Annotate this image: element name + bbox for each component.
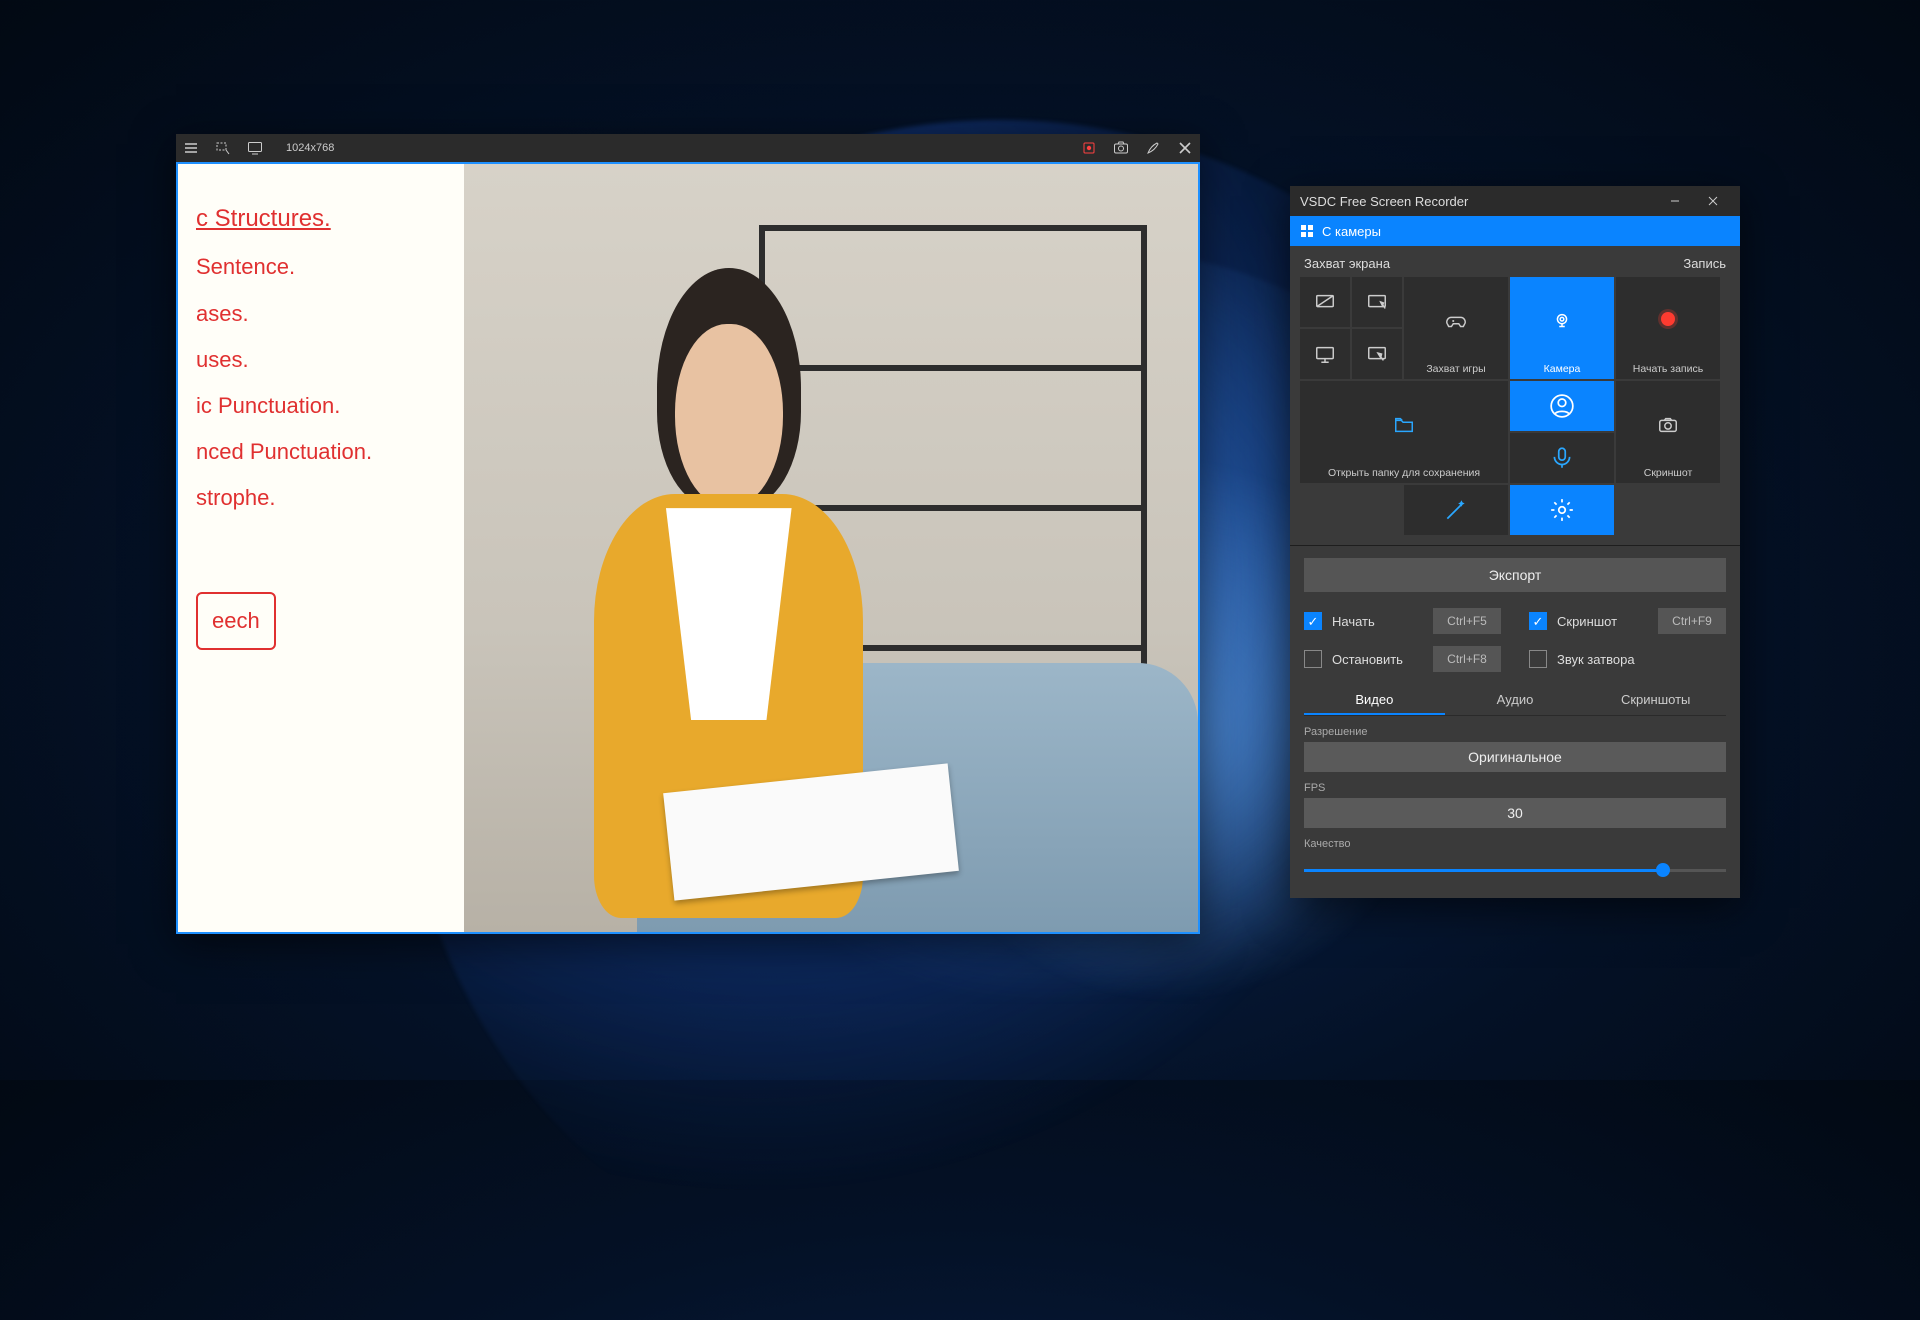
resolution-select[interactable]: Оригинальное — [1304, 742, 1726, 772]
checkbox-shutter[interactable] — [1529, 650, 1547, 668]
resolution-label: 1024x768 — [286, 142, 334, 154]
section-record-label: Запись — [1683, 256, 1726, 271]
minimize-button[interactable] — [1658, 190, 1692, 212]
app-title: VSDC Free Screen Recorder — [1300, 194, 1468, 209]
mode-tab-label: С камеры — [1322, 224, 1381, 239]
preview-titlebar[interactable]: 1024x768 — [176, 134, 1200, 162]
record-dot-icon — [1661, 312, 1675, 326]
resolution-field-label: Разрешение — [1290, 716, 1740, 742]
section-capture-label: Захват экрана — [1304, 256, 1390, 271]
hotkey-row-shutter: Звук затвора — [1529, 646, 1726, 672]
hotkey-row-stop: Остановить Ctrl+F8 — [1304, 646, 1501, 672]
tile-open-folder[interactable]: Открыть папку для сохранения — [1300, 381, 1508, 483]
camera-viewport: c Structures. Sentence. ases. uses. ic P… — [176, 162, 1200, 934]
tile-mic[interactable] — [1510, 433, 1614, 483]
hotkey-row-screenshot: Скриншот Ctrl+F9 — [1529, 608, 1726, 634]
tile-fullscreen-region[interactable] — [1300, 277, 1350, 327]
camera-preview-window: 1024x768 c Structures. Sentence. — [176, 134, 1200, 934]
whiteboard: c Structures. Sentence. ases. uses. ic P… — [178, 164, 464, 932]
mode-tab-camera[interactable]: С камеры — [1290, 216, 1740, 246]
tile-window-capture[interactable] — [1352, 329, 1402, 379]
hamburger-icon[interactable] — [182, 139, 200, 157]
record-indicator-icon[interactable] — [1080, 139, 1098, 157]
hotkey-stop-key[interactable]: Ctrl+F8 — [1433, 646, 1501, 672]
monitor-icon[interactable] — [246, 139, 264, 157]
tile-start-record[interactable]: Начать запись — [1616, 277, 1720, 379]
panel-titlebar[interactable]: VSDC Free Screen Recorder — [1290, 186, 1740, 216]
tile-screenshot[interactable]: Скриншот — [1616, 381, 1720, 483]
camera-scene-placeholder: c Structures. Sentence. ases. uses. ic P… — [178, 164, 1198, 932]
draw-brush-icon[interactable] — [1144, 139, 1162, 157]
close-icon[interactable] — [1176, 139, 1194, 157]
tile-camera[interactable]: Камера — [1510, 277, 1614, 379]
tile-capture-game[interactable]: Захват игры — [1404, 277, 1508, 379]
checkbox-start[interactable] — [1304, 612, 1322, 630]
tab-video[interactable]: Видео — [1304, 686, 1445, 715]
checkbox-stop[interactable] — [1304, 650, 1322, 668]
hotkey-row-start: Начать Ctrl+F5 — [1304, 608, 1501, 634]
quality-field-label: Качество — [1290, 828, 1740, 854]
tile-monitor[interactable] — [1300, 329, 1350, 379]
tab-audio[interactable]: Аудио — [1445, 686, 1586, 715]
region-select-icon[interactable] — [214, 139, 232, 157]
checkbox-screenshot[interactable] — [1529, 612, 1547, 630]
quality-slider[interactable] — [1304, 860, 1726, 880]
hotkey-screenshot-key[interactable]: Ctrl+F9 — [1658, 608, 1726, 634]
tile-draw-effects[interactable] — [1404, 485, 1508, 535]
hotkey-start-key[interactable]: Ctrl+F5 — [1433, 608, 1501, 634]
tile-select-region[interactable] — [1352, 277, 1402, 327]
tile-overlay-avatar[interactable] — [1510, 381, 1614, 431]
tab-screenshots[interactable]: Скриншоты — [1585, 686, 1726, 715]
close-button[interactable] — [1696, 190, 1730, 212]
fps-field-label: FPS — [1290, 772, 1740, 798]
recorder-panel-window: VSDC Free Screen Recorder С камеры Захва… — [1290, 186, 1740, 898]
camera-snapshot-icon[interactable] — [1112, 139, 1130, 157]
fps-select[interactable]: 30 — [1304, 798, 1726, 828]
export-button[interactable]: Экспорт — [1304, 558, 1726, 592]
tile-settings[interactable] — [1510, 485, 1614, 535]
